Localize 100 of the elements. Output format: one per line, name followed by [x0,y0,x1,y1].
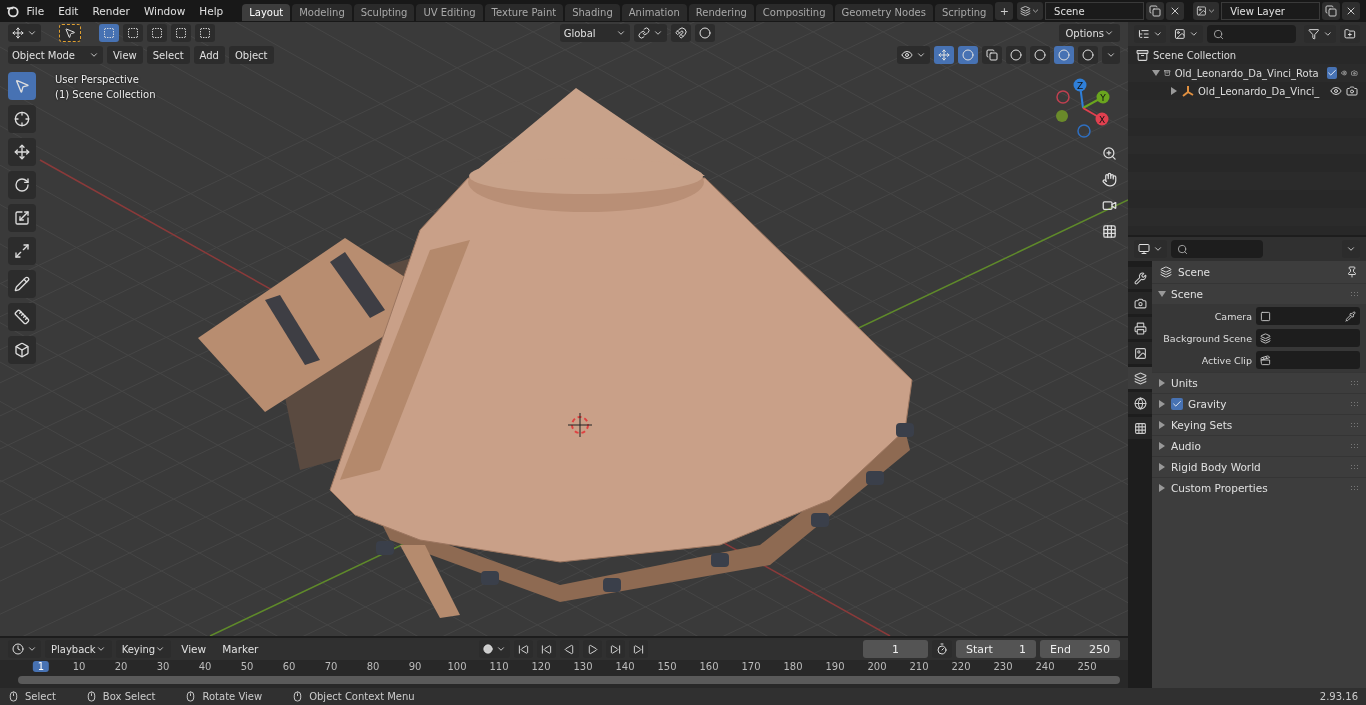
selection-mode-button[interactable] [147,24,167,42]
shading-mode-button[interactable] [1006,46,1026,64]
expand-arrow-icon[interactable] [1152,70,1160,76]
workspace-tab[interactable]: Sculpting [353,4,415,21]
selection-mode-button[interactable] [123,24,143,42]
menu-item[interactable]: Window [137,5,192,17]
timeline-scrollbar[interactable] [18,676,1120,684]
workspace-tab[interactable]: UV Editing [416,4,483,21]
current-frame-field[interactable]: 1 [863,640,928,658]
tool-button[interactable] [8,237,36,265]
properties-tab[interactable] [1128,317,1152,339]
play-reverse-button[interactable] [560,640,580,658]
timeline-dropdown[interactable]: Playback [45,640,112,658]
snap-button[interactable] [670,24,691,42]
menu-item[interactable]: Render [86,5,136,17]
selection-mode-button[interactable] [171,24,191,42]
selection-mode-button[interactable] [99,24,119,42]
tool-button[interactable] [8,138,36,166]
close-button[interactable] [1342,2,1360,20]
transform-orientation-dropdown[interactable]: Global [559,24,630,42]
workspace-tab[interactable]: Shading [565,4,620,21]
close-button[interactable] [1165,2,1184,20]
previous-keyframe-button[interactable] [537,640,557,658]
end-frame-field[interactable]: End 250 [1040,640,1120,658]
properties-tab[interactable] [1128,417,1152,439]
outliner-item[interactable]: Old_Leonardo_Da_Vinci_ [1198,85,1320,97]
menu-item[interactable]: Help [193,5,230,17]
workspace-tab[interactable]: Modeling [292,4,352,21]
outliner-item[interactable]: Scene Collection [1153,49,1237,61]
checkbox[interactable] [1171,398,1183,410]
scene-name-field[interactable]: Scene [1045,2,1144,20]
properties-tab[interactable] [1128,267,1152,289]
editor-type-button[interactable] [8,24,41,42]
checkbox[interactable] [1326,67,1337,79]
view-layer-selector-button[interactable] [1193,2,1220,20]
tool-button[interactable] [8,105,36,133]
viewport-menu-button[interactable]: Select [146,46,190,64]
copy-button[interactable] [1145,2,1164,20]
properties-tab[interactable] [1128,342,1152,364]
next-keyframe-button[interactable] [606,640,626,658]
play-button[interactable] [583,640,603,658]
editor-type-button[interactable] [1134,240,1167,258]
view-layer-field[interactable]: View Layer [1221,2,1320,20]
search-field[interactable] [1206,25,1297,43]
shading-mode-button[interactable] [1078,46,1098,64]
timeline-menu-item[interactable]: View [175,643,213,655]
copy-button[interactable] [1322,2,1340,20]
timeline-dropdown[interactable]: Keying [115,640,172,658]
view-options-button[interactable] [1170,25,1203,43]
object-field[interactable] [1256,307,1360,325]
record-button[interactable] [479,640,511,658]
viewport-menu-button[interactable]: Object [228,46,274,64]
menu-item[interactable]: Edit [52,5,85,17]
tool-button[interactable] [8,204,36,232]
search-field[interactable] [1171,240,1263,258]
proportional-edit-button[interactable] [694,24,715,42]
tool-button[interactable] [8,171,36,199]
start-frame-field[interactable]: Start 1 [956,640,1036,658]
properties-tab[interactable] [1128,392,1152,414]
menu-item[interactable]: File [20,5,51,17]
add-workspace-button[interactable]: + [995,2,1014,20]
current-frame-marker[interactable]: 1 [32,661,50,672]
gizmo-axis-handle[interactable]: Y [1082,90,1110,109]
viewport-menu-button[interactable]: Add [193,46,225,64]
object-field[interactable] [1256,351,1360,369]
filter-button[interactable] [1304,25,1337,43]
options-dropdown[interactable]: Options [1059,24,1120,42]
selection-mode-button[interactable] [195,24,215,42]
properties-tab[interactable] [1128,292,1152,314]
workspace-tab[interactable]: Animation [621,4,687,21]
gizmo-axis-handle[interactable]: X [1082,107,1109,126]
workspace-tab[interactable]: Texture Paint [484,4,564,21]
workspace-tab[interactable]: Rendering [688,4,754,21]
gizmo-toggle-button[interactable] [934,46,954,64]
visibility-button[interactable] [897,46,930,64]
timeline-menu-item[interactable]: Marker [216,643,265,655]
outliner-item[interactable]: Old_Leonardo_Da_Vinci_Rota [1174,67,1319,79]
workspace-tab[interactable]: Compositing [755,4,833,21]
viewport-menu-button[interactable]: View [107,46,143,64]
workspace-tab[interactable]: Scripting [934,4,994,21]
object-field[interactable] [1256,329,1360,347]
shading-mode-button[interactable] [1030,46,1050,64]
overlay-toggle-button[interactable] [958,46,978,64]
scene-selector-button[interactable] [1017,2,1044,20]
pivot-button[interactable] [633,24,667,42]
tool-button[interactable] [8,336,36,364]
timer-button[interactable] [932,640,952,658]
new-collection-button[interactable] [1340,25,1360,43]
jump-start-button[interactable] [514,640,534,658]
jump-end-button[interactable] [629,640,649,658]
workspace-tab[interactable]: Layout [242,4,291,21]
editor-type-button[interactable] [8,640,41,658]
select-tool-button[interactable] [59,24,81,42]
tool-button[interactable] [8,270,36,298]
shading-mode-button[interactable] [1054,46,1074,64]
tool-button[interactable] [8,303,36,331]
gizmo-axis-handle[interactable]: Z [1073,78,1087,109]
mode-dropdown[interactable]: Object Mode [8,46,103,64]
display-mode-button[interactable] [1134,25,1167,43]
workspace-tab[interactable]: Geometry Nodes [834,4,933,21]
